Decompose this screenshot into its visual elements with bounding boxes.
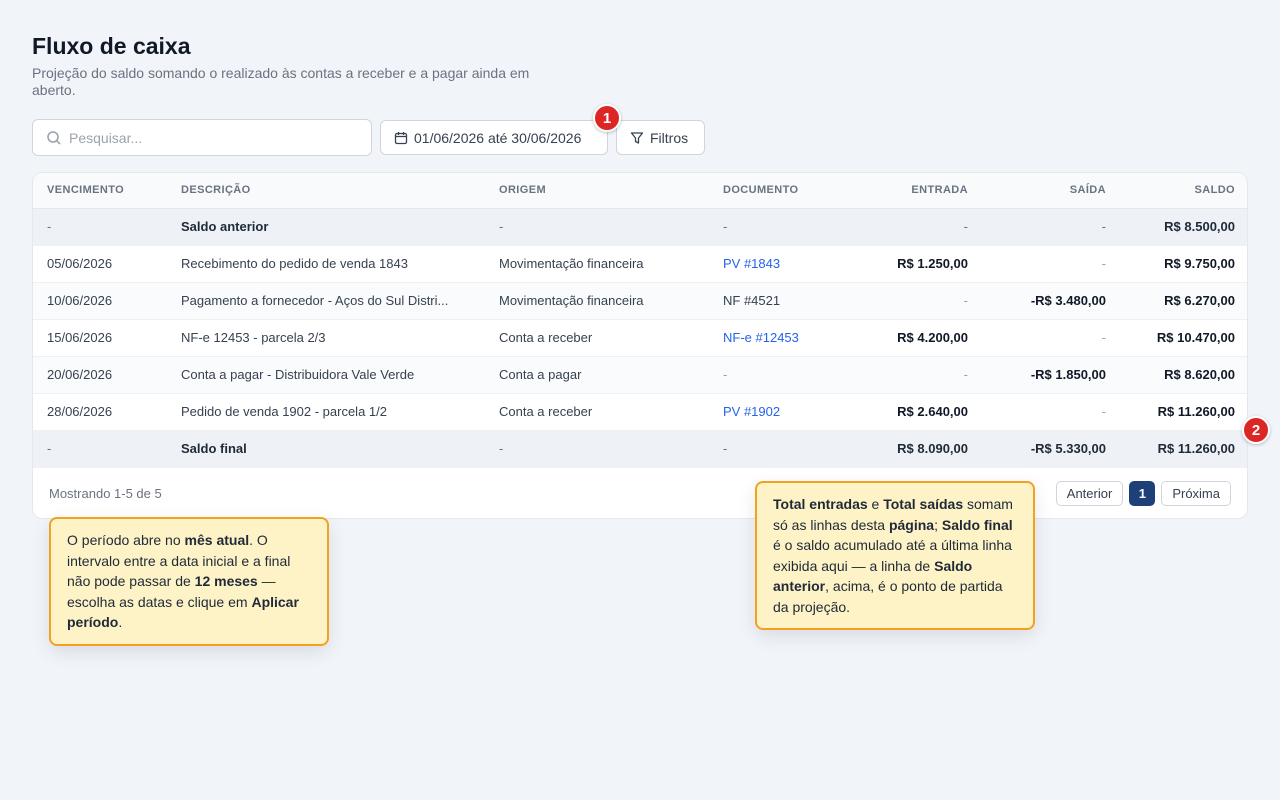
table-cell: 28/06/2026 — [33, 393, 167, 431]
table-cell: R$ 11.260,00 — [1120, 393, 1247, 431]
date-range-label: 01/06/2026 até 30/06/2026 — [414, 129, 582, 146]
page-title: Fluxo de caixa — [32, 33, 191, 59]
note-text: é o saldo acumulado até a última linha e… — [773, 537, 1012, 574]
search-icon — [47, 131, 61, 145]
table-cell: R$ 8.500,00 — [1120, 208, 1247, 246]
table-cell: -R$ 5.330,00 — [982, 430, 1120, 468]
table-cell: - — [485, 208, 709, 246]
note-emphasis: Total saídas — [883, 496, 964, 512]
note-emphasis: Saldo final — [941, 516, 1013, 533]
table-cell: R$ 1.250,00 — [847, 245, 982, 283]
table-cell: - — [33, 430, 167, 468]
table-cell: R$ 8.090,00 — [847, 430, 982, 468]
period-help-note: O período abre no mês atual. O intervalo… — [49, 517, 329, 646]
col-header-documento[interactable]: DOCUMENTO — [709, 173, 847, 209]
table-cell: -R$ 1.850,00 — [982, 356, 1120, 394]
opening-balance-row: - Saldo anterior - - - - R$ 8.500,00 — [33, 208, 1247, 246]
table-row[interactable]: 05/06/2026 Recebimento do pedido de vend… — [33, 245, 1247, 283]
note-emphasis: página — [888, 516, 935, 533]
previous-page-button[interactable]: Anterior — [1055, 481, 1124, 506]
cash-flow-table: VENCIMENTO DESCRIÇÃO ORIGEM DOCUMENTO EN… — [33, 173, 1247, 468]
toolbar: 01/06/2026 até 30/06/2026 Filtros — [32, 119, 732, 156]
table-cell: Conta a receber — [485, 319, 709, 357]
page-1-button[interactable]: 1 — [1129, 481, 1156, 506]
table-cell: - — [982, 208, 1120, 246]
filter-icon — [630, 131, 644, 144]
search-box[interactable] — [32, 119, 372, 156]
calendar-icon — [394, 131, 408, 144]
totals-help-note: Total entradas e Total saídas somam só a… — [755, 481, 1035, 630]
col-header-saldo[interactable]: SALDO — [1120, 173, 1247, 209]
callout-marker-2: 2 — [1242, 416, 1270, 444]
table-cell: R$ 8.620,00 — [1120, 356, 1247, 394]
table-cell: - — [33, 208, 167, 246]
table-cell: R$ 2.640,00 — [847, 393, 982, 431]
table-cell: 10/06/2026 — [33, 282, 167, 320]
cash-flow-table-card: VENCIMENTO DESCRIÇÃO ORIGEM DOCUMENTO EN… — [32, 172, 1248, 519]
note-emphasis: mês atual — [184, 532, 250, 548]
table-cell: - — [982, 245, 1120, 283]
pagination-summary: Mostrando 1-5 de 5 — [49, 486, 162, 501]
table-cell: 20/06/2026 — [33, 356, 167, 394]
table-row[interactable]: 15/06/2026 NF-e 12453 - parcela 2/3 Cont… — [33, 319, 1247, 357]
table-cell: -R$ 3.480,00 — [982, 282, 1120, 320]
table-cell: Conta a pagar - Distribuidora Vale Verde — [167, 356, 485, 394]
col-header-vencimento[interactable]: VENCIMENTO — [33, 173, 167, 209]
table-cell: Pagamento a fornecedor - Aços do Sul Dis… — [167, 282, 485, 320]
date-range-button[interactable]: 01/06/2026 até 30/06/2026 — [380, 120, 608, 155]
table-cell: Conta a receber — [485, 393, 709, 431]
table-cell: - — [709, 430, 847, 468]
table-row[interactable]: 28/06/2026 Pedido de venda 1902 - parcel… — [33, 393, 1247, 431]
note-text: . — [118, 614, 123, 630]
table-cell: - — [847, 356, 982, 394]
table-cell: - — [485, 430, 709, 468]
table-cell: Movimentação financeira — [485, 245, 709, 283]
table-cell: Saldo final — [167, 430, 485, 468]
col-header-descricao[interactable]: DESCRIÇÃO — [167, 173, 485, 209]
closing-balance-row: - Saldo final - - R$ 8.090,00 -R$ 5.330,… — [33, 430, 1247, 468]
callout-marker-1: 1 — [593, 104, 621, 132]
table-cell: 05/06/2026 — [33, 245, 167, 283]
table-cell: R$ 4.200,00 — [847, 319, 982, 357]
col-header-origem[interactable]: ORIGEM — [485, 173, 709, 209]
table-cell: - — [847, 208, 982, 246]
table-footer: Mostrando 1-5 de 5 Anterior 1 Próxima — [33, 469, 1247, 518]
document-link[interactable]: PV #1902 — [709, 393, 847, 431]
table-cell: R$ 9.750,00 — [1120, 245, 1247, 283]
col-header-saida[interactable]: SAÍDA — [982, 173, 1120, 209]
table-header-row: VENCIMENTO DESCRIÇÃO ORIGEM DOCUMENTO EN… — [33, 173, 1247, 209]
filters-button[interactable]: Filtros — [616, 120, 705, 155]
page-subtitle: Projeção do saldo somando o realizado às… — [32, 65, 530, 98]
table-cell: - — [709, 208, 847, 246]
note-text: ; — [934, 516, 942, 533]
table-cell: - — [709, 356, 847, 394]
next-page-button[interactable]: Próxima — [1161, 481, 1231, 506]
table-row[interactable]: 20/06/2026 Conta a pagar - Distribuidora… — [33, 356, 1247, 394]
filters-label: Filtros — [650, 129, 689, 146]
table-cell: Pedido de venda 1902 - parcela 1/2 — [167, 393, 485, 431]
table-cell: 15/06/2026 — [33, 319, 167, 357]
note-emphasis: Total entradas — [773, 496, 868, 512]
table-cell: R$ 6.270,00 — [1120, 282, 1247, 320]
table-cell: Recebimento do pedido de venda 1843 — [167, 245, 485, 283]
note-text: e — [867, 496, 884, 512]
table-cell: NF-e 12453 - parcela 2/3 — [167, 319, 485, 357]
col-header-entrada[interactable]: ENTRADA — [847, 173, 982, 209]
table-cell: R$ 10.470,00 — [1120, 319, 1247, 357]
table-cell: Saldo anterior — [167, 208, 485, 246]
pagination: Anterior 1 Próxima — [1055, 481, 1231, 506]
search-input[interactable] — [69, 128, 359, 148]
document-link[interactable]: NF-e #12453 — [709, 319, 847, 357]
table-cell: - — [847, 282, 982, 320]
note-emphasis: 12 meses — [194, 573, 258, 589]
table-cell: NF #4521 — [709, 282, 847, 320]
document-link[interactable]: PV #1843 — [709, 245, 847, 283]
note-text: O período abre no — [67, 532, 185, 548]
table-cell: - — [982, 319, 1120, 357]
table-row[interactable]: 10/06/2026 Pagamento a fornecedor - Aços… — [33, 282, 1247, 320]
table-cell: Conta a pagar — [485, 356, 709, 394]
table-cell: R$ 11.260,00 — [1120, 430, 1247, 468]
table-cell: - — [982, 393, 1120, 431]
table-cell: Movimentação financeira — [485, 282, 709, 320]
